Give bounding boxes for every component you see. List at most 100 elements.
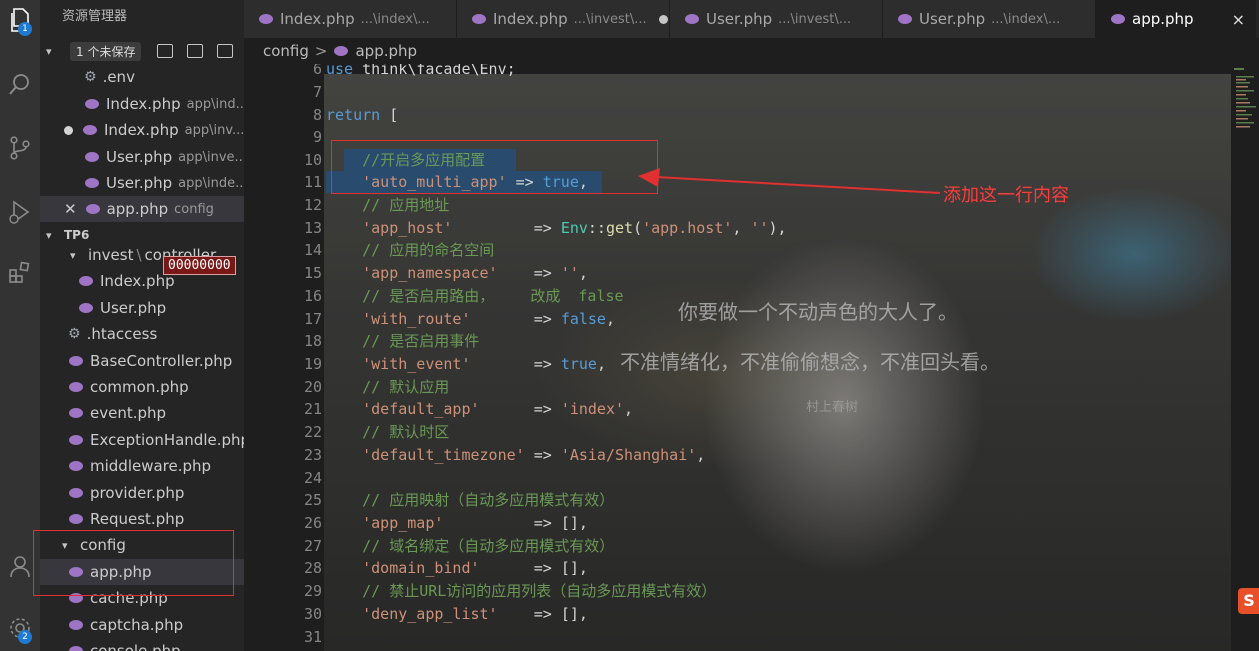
ime-indicator-icon[interactable]: S xyxy=(1238,588,1259,614)
code-token: 'app_map' xyxy=(326,514,444,532)
php-elephant-icon xyxy=(472,14,486,24)
open-editor-path: app\inv... xyxy=(184,122,244,138)
file-provider[interactable]: provider.php xyxy=(40,480,244,506)
php-elephant-icon xyxy=(85,178,99,188)
save-all-icon[interactable] xyxy=(187,44,204,58)
line-number: 31 xyxy=(303,628,322,646)
file-label: captcha.php xyxy=(90,616,184,634)
file-config-captcha[interactable]: captcha.php xyxy=(40,612,244,638)
file-label: console.php xyxy=(90,642,181,651)
php-elephant-icon xyxy=(69,514,83,524)
open-editor-user-index[interactable]: User.php app\inde... xyxy=(40,170,244,196)
file-label: Index.php xyxy=(100,272,175,290)
code-line-14: // 应用的命名空间 xyxy=(326,241,495,259)
line-number: 15 xyxy=(303,264,322,282)
settings-gear-icon[interactable]: 2 xyxy=(0,608,40,648)
file-middleware[interactable]: middleware.php xyxy=(40,453,244,479)
open-editors-header[interactable]: ▾ 1 个未保存 xyxy=(40,38,244,64)
annotation-arrow-icon xyxy=(638,168,941,194)
breadcrumb-file[interactable]: app.php xyxy=(355,42,417,60)
breadcrumb: config > app.php xyxy=(244,38,1259,64)
wallpaper-quote-line1: 你要做一个不动声色的大人了。 xyxy=(678,300,958,324)
tab-path: ...\index\... xyxy=(991,11,1061,27)
files-icon[interactable]: 1 xyxy=(0,0,40,40)
line-number: 10 xyxy=(303,151,322,169)
tab-index-invest[interactable]: Index.php ...\invest\... xyxy=(457,0,670,38)
php-elephant-icon xyxy=(69,435,83,445)
file-exceptionhandle[interactable]: ExceptionHandle.php xyxy=(40,427,244,453)
open-editor-user-invest[interactable]: User.php app\inve... xyxy=(40,144,244,170)
source-control-icon[interactable] xyxy=(0,128,40,168)
code-line-17: 'with_route' => false, xyxy=(326,308,615,330)
code-token: 'with_route' xyxy=(326,310,471,328)
minimap[interactable] xyxy=(1231,64,1259,651)
tab-label: User.php xyxy=(706,10,773,28)
php-elephant-icon xyxy=(79,276,93,286)
extensions-icon[interactable] xyxy=(0,252,40,292)
code-token: [] xyxy=(560,514,579,532)
code-line-22: // 默认时区 xyxy=(326,423,450,441)
open-editor-path: app\ind... xyxy=(186,96,244,112)
code-token: ( xyxy=(633,219,643,237)
code-token: => xyxy=(479,400,561,418)
file-common[interactable]: common.php xyxy=(40,374,244,400)
code-line-19: 'with_event' => true, xyxy=(326,353,606,375)
file-invest-user[interactable]: User.php xyxy=(40,295,244,321)
code-token: , xyxy=(596,355,606,373)
open-editor-env[interactable]: ⚙ .env xyxy=(40,64,244,90)
file-label: event.php xyxy=(90,404,167,422)
file-config-console[interactable]: console.php xyxy=(40,638,244,651)
line-number: 23 xyxy=(303,446,322,464)
file-invest-index[interactable]: Index.php xyxy=(40,268,244,294)
file-label: BaseController.php xyxy=(90,352,233,370)
code-line-21: 'default_app' => 'index', xyxy=(326,398,633,420)
open-editor-path: config xyxy=(174,201,214,217)
php-elephant-icon xyxy=(69,646,83,651)
line-number: 11 xyxy=(303,173,322,191)
close-icon[interactable]: ✕ xyxy=(64,200,77,218)
search-icon[interactable] xyxy=(0,64,40,104)
file-event[interactable]: event.php xyxy=(40,400,244,426)
tab-app-config[interactable]: app.php × xyxy=(1096,0,1256,38)
file-htaccess[interactable]: ⚙ .htaccess xyxy=(40,321,244,347)
new-untitled-file-icon[interactable] xyxy=(157,44,174,58)
wallpaper-quote-line2: 不准情绪化，不准偷偷想念，不准回头看。 xyxy=(620,350,1000,374)
file-request[interactable]: Request.php xyxy=(40,506,244,532)
code-token: => xyxy=(452,219,561,237)
editor-tab-bar: Index.php ...\index\... Index.php ...\in… xyxy=(244,0,1259,38)
open-editor-label: User.php xyxy=(106,174,173,192)
open-editor-index-invest[interactable]: Index.php app\inv... xyxy=(40,117,244,143)
php-elephant-icon xyxy=(79,303,93,313)
line-number: 26 xyxy=(303,514,322,532)
open-editor-index-index[interactable]: Index.php app\ind... xyxy=(40,91,244,117)
open-editor-path: app\inde... xyxy=(178,175,244,191)
line-number: 7 xyxy=(312,83,322,101)
php-elephant-icon xyxy=(1111,14,1125,24)
file-label: Request.php xyxy=(90,510,185,528)
code-token: => xyxy=(470,355,561,373)
close-all-icon[interactable] xyxy=(217,44,234,58)
tab-label: app.php xyxy=(1132,10,1194,28)
code-token: , xyxy=(696,446,706,464)
run-debug-icon[interactable] xyxy=(0,192,40,232)
file-basecontroller[interactable]: BaseController.php xyxy=(40,348,244,374)
line-number: 12 xyxy=(303,196,322,214)
code-token: , xyxy=(732,219,751,237)
unsaved-count-badge: 1 个未保存 xyxy=(70,41,142,61)
line-number: 17 xyxy=(303,310,322,328)
gear-icon: ⚙ xyxy=(68,326,81,342)
close-icon[interactable]: × xyxy=(1232,10,1245,29)
line-number: 13 xyxy=(303,219,322,237)
code-token: , xyxy=(624,400,634,418)
open-editor-app-config[interactable]: ✕ app.php config xyxy=(40,196,244,222)
line-number: 6 xyxy=(312,64,322,78)
code-line-16: // 是否启用路由， 改成 false xyxy=(326,287,624,305)
tab-user-invest[interactable]: User.php ...\invest\... xyxy=(670,0,883,38)
tab-user-index[interactable]: User.php ...\index\... xyxy=(883,0,1096,38)
tab-index-index[interactable]: Index.php ...\index\... xyxy=(244,0,457,38)
code-line-6: use think\facade\Env; xyxy=(326,64,516,80)
modified-dot-icon[interactable] xyxy=(658,14,668,24)
breadcrumb-folder[interactable]: config xyxy=(263,42,309,60)
php-elephant-icon xyxy=(334,46,349,56)
minimap-preview xyxy=(1234,68,1256,128)
